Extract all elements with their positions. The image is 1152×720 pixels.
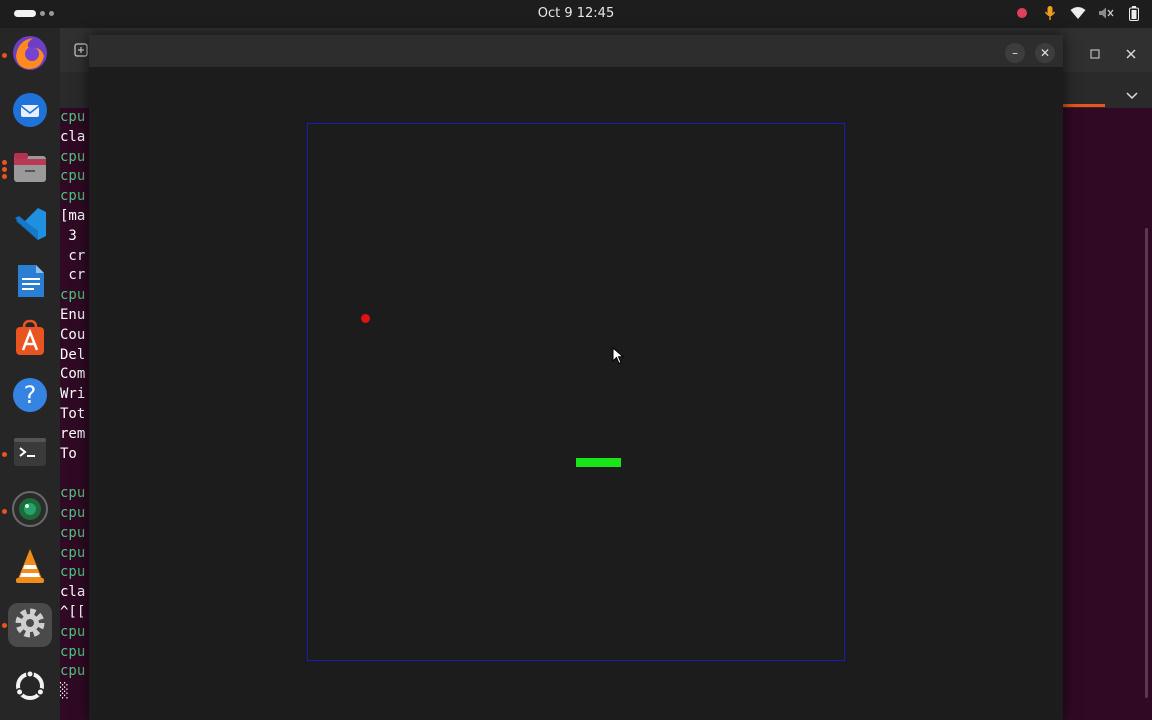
terminal-line: Cou: [60, 326, 86, 343]
active-tab-indicator: [1063, 104, 1105, 107]
terminal-scrollbar[interactable]: [1145, 228, 1148, 698]
terminal-line: cpu: [60, 623, 86, 640]
terminal-line: cpu: [60, 148, 86, 165]
camera-app-icon: [11, 490, 49, 532]
vlc-icon: [11, 547, 49, 589]
firefox-icon: [11, 34, 49, 76]
paddle: [576, 458, 621, 467]
volume-icon[interactable]: [1098, 5, 1114, 21]
battery-icon[interactable]: [1126, 5, 1142, 21]
show-apps-icon: [11, 667, 49, 709]
wifi-icon[interactable]: [1070, 5, 1086, 21]
terminal-line: ░: [60, 683, 69, 700]
system-tray[interactable]: [1014, 5, 1142, 21]
maximize-icon[interactable]: [1090, 44, 1100, 63]
running-indicator: [2, 174, 7, 179]
running-indicator: [2, 167, 7, 172]
terminal-line: ^[[: [60, 603, 86, 620]
top-bar: Oct 9 12:45: [0, 0, 1152, 28]
running-indicator: [2, 53, 7, 58]
svg-text:?: ?: [24, 381, 37, 409]
playfield-border: [307, 123, 845, 661]
running-indicator: [2, 623, 7, 628]
terminal-output[interactable]: cpu cla cpu cpu cpu [ma 3 cr cr cpu Enu Cou Del Co…: [60, 108, 90, 702]
terminal-line: cpu: [60, 524, 86, 541]
terminal-line: cpu: [60, 504, 86, 521]
libreoffice-writer-icon: [11, 262, 49, 304]
dock-item-show-apps[interactable]: [8, 666, 52, 710]
game-canvas[interactable]: [89, 67, 1063, 720]
terminal-line: cpu: [60, 168, 86, 185]
terminal-line: [ma: [60, 207, 86, 224]
running-indicator: [2, 160, 7, 165]
dock-item-writer[interactable]: [8, 261, 52, 305]
terminal-line: cla: [60, 128, 86, 145]
terminal-line: cr: [60, 267, 86, 284]
new-tab-icon[interactable]: [74, 42, 88, 61]
terminal-line: cpu: [60, 663, 86, 680]
app-center-icon: [11, 319, 49, 361]
terminal-line: cpu: [60, 485, 86, 502]
running-indicator: [2, 509, 7, 514]
thunderbird-icon: [11, 91, 49, 133]
dock-item-camera[interactable]: [8, 489, 52, 533]
dock-item-vlc[interactable]: [8, 546, 52, 590]
record-icon[interactable]: [1014, 5, 1030, 21]
terminal-line: 3: [60, 227, 86, 244]
close-icon[interactable]: [1126, 44, 1136, 63]
ball: [361, 314, 370, 323]
terminal-line: To: [60, 445, 86, 462]
dock-item-terminal[interactable]: [8, 432, 52, 476]
dock-item-help[interactable]: ?: [8, 375, 52, 419]
terminal-line: Enu: [60, 306, 86, 323]
running-indicator: [2, 452, 7, 457]
terminal-line: cpu: [60, 109, 86, 125]
minimize-button[interactable]: –: [1005, 43, 1025, 63]
terminal-line: cpu: [60, 544, 86, 561]
game-titlebar[interactable]: – ✕: [89, 35, 1063, 67]
chevron-down-icon[interactable]: [1126, 85, 1138, 104]
terminal-line: cpu: [60, 287, 86, 304]
dock-item-thunderbird[interactable]: [8, 90, 52, 134]
help-icon: ?: [11, 376, 49, 418]
terminal-line: Del: [60, 346, 86, 363]
game-window[interactable]: – ✕: [89, 35, 1063, 720]
vscode-icon: [11, 205, 49, 247]
microphone-icon[interactable]: [1042, 5, 1058, 21]
terminal-line: Tot: [60, 405, 86, 422]
dock-item-vscode[interactable]: [8, 204, 52, 248]
terminal-line: rem: [60, 425, 86, 442]
dock-item-firefox[interactable]: [8, 33, 52, 77]
dock-item-settings[interactable]: [8, 603, 52, 647]
dock-item-files[interactable]: [8, 147, 52, 191]
mouse-cursor-icon: [612, 346, 625, 369]
terminal-line: cpu: [60, 188, 86, 205]
dock-item-app-center[interactable]: [8, 318, 52, 362]
terminal-line: Com: [60, 366, 86, 383]
files-icon: [11, 148, 49, 190]
clock[interactable]: Oct 9 12:45: [0, 6, 1152, 21]
terminal-line: Wri: [60, 386, 86, 403]
close-button[interactable]: ✕: [1035, 43, 1055, 63]
terminal-line: cla: [60, 584, 86, 601]
terminal-line: cr: [60, 247, 86, 264]
settings-icon: [11, 604, 49, 646]
terminal-line: cpu: [60, 643, 86, 660]
terminal-icon: [11, 433, 49, 475]
dock: ?: [0, 28, 60, 720]
terminal-line: cpu: [60, 564, 86, 581]
